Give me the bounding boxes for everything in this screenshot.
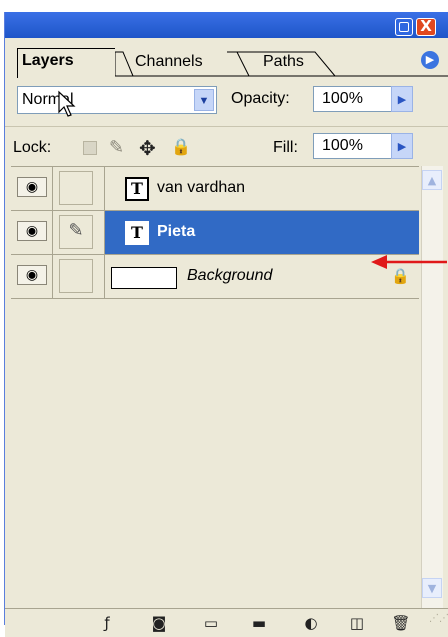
scroll-up-button[interactable]: ▲ — [422, 170, 442, 190]
tab-channels-label: Channels — [135, 53, 203, 70]
layers-panel: X Layers Channels Paths ▶ Normal ▼ Opaci… — [4, 12, 448, 637]
layer-name: Background — [187, 267, 273, 284]
close-button[interactable]: X — [416, 18, 436, 36]
tab-layers[interactable]: Layers — [17, 48, 115, 78]
layer-style-icon[interactable]: ƒ — [97, 613, 117, 633]
opacity-input[interactable]: 100% — [313, 86, 393, 112]
trash-icon[interactable]: 🗑 — [391, 613, 411, 633]
layer-main[interactable]: T Pieta — [105, 211, 419, 254]
layers-toolbar: ƒ ◙ ▭ ▬ ◐ ◫ 🗑 ⋰⋰ — [5, 608, 448, 637]
link-cell[interactable] — [53, 167, 105, 210]
layer-main[interactable]: T van vardhan — [105, 167, 419, 210]
fill-slider-button[interactable]: ▶ — [391, 133, 413, 159]
lock-position-move-icon[interactable]: ✥ — [139, 136, 156, 160]
brush-icon: ✎ — [59, 215, 93, 249]
panel-menu-button[interactable]: ▶ — [421, 51, 439, 69]
new-layer-icon[interactable]: ◫ — [347, 613, 367, 633]
blend-mode-select[interactable]: Normal ▼ — [17, 86, 217, 114]
eye-icon: ◉ — [17, 265, 47, 285]
lock-all-icon[interactable]: 🔒 — [171, 137, 191, 156]
tab-channels[interactable]: Channels — [117, 50, 235, 76]
mouse-cursor-icon — [58, 90, 76, 117]
fill-label: Fill: — [273, 139, 298, 156]
annotation-arrow-icon — [371, 255, 447, 269]
visibility-toggle[interactable]: ◉ — [11, 167, 53, 210]
layer-row-selected[interactable]: ◉ ✎ T Pieta — [11, 211, 419, 255]
fill-input[interactable]: 100% — [313, 133, 393, 159]
link-cell[interactable]: ✎ — [53, 211, 105, 254]
folder-icon[interactable]: ▬ — [249, 613, 269, 633]
visibility-toggle[interactable]: ◉ — [11, 255, 53, 298]
tab-paths-label: Paths — [263, 53, 304, 70]
lock-transparency-icon[interactable] — [83, 141, 97, 155]
eye-icon: ◉ — [17, 221, 47, 241]
title-bar[interactable]: X — [5, 12, 448, 38]
resize-grip-icon[interactable]: ⋰⋰ — [429, 614, 448, 631]
minimize-button[interactable] — [395, 18, 413, 36]
layer-list: ◉ T van vardhan ◉ ✎ T Pieta ◉ Background… — [11, 166, 419, 608]
layer-name: van vardhan — [157, 179, 246, 196]
tab-bar: Layers Channels Paths ▶ — [5, 38, 448, 78]
link-box — [59, 259, 93, 293]
text-layer-icon: T — [125, 177, 149, 201]
lock-row: Lock: ✎ ✥ 🔒 Fill: 100% ▶ — [5, 126, 448, 166]
text-layer-icon: T — [125, 221, 149, 245]
blend-row: Normal ▼ Opacity: 100% ▶ — [5, 80, 448, 124]
minimize-icon — [399, 22, 409, 32]
layer-row[interactable]: ◉ Background 🔒 — [11, 255, 419, 299]
scrollbar[interactable]: ▲ ▼ — [421, 166, 443, 608]
mask-icon[interactable]: ◙ — [149, 613, 169, 633]
lock-pixels-brush-icon[interactable]: ✎ — [109, 137, 124, 158]
link-cell[interactable] — [53, 255, 105, 298]
link-box — [59, 171, 93, 205]
opacity-slider-button[interactable]: ▶ — [391, 86, 413, 112]
opacity-label: Opacity: — [231, 90, 290, 107]
lock-label: Lock: — [13, 139, 52, 156]
layer-thumbnail — [111, 267, 177, 289]
chevron-down-icon[interactable]: ▼ — [194, 89, 214, 111]
layer-row[interactable]: ◉ T van vardhan — [11, 167, 419, 211]
eye-icon: ◉ — [17, 177, 47, 197]
adjustment-layer-icon[interactable]: ◐ — [301, 613, 321, 633]
tab-paths[interactable]: Paths — [241, 50, 341, 76]
layer-name: Pieta — [157, 223, 196, 240]
scroll-down-button[interactable]: ▼ — [422, 578, 442, 598]
visibility-toggle[interactable]: ◉ — [11, 211, 53, 254]
group-folder-icon[interactable]: ▭ — [201, 613, 221, 633]
